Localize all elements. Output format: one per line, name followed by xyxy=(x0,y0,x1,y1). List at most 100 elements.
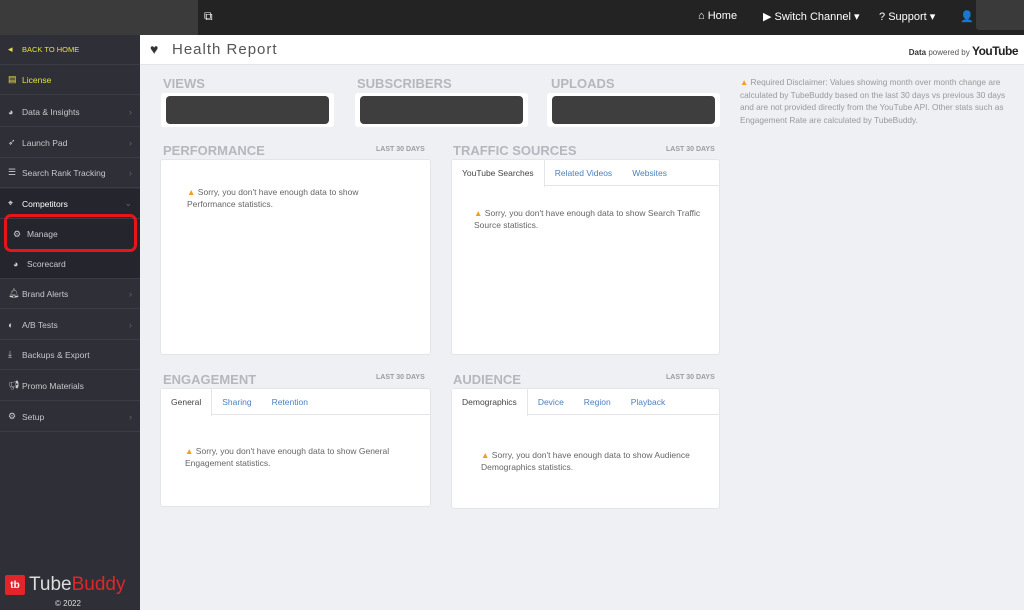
message-text: Sorry, you don't have enough data to sho… xyxy=(481,450,690,472)
tab-playback[interactable]: Playback xyxy=(621,389,676,414)
sidebar-label: Competitors xyxy=(22,198,68,209)
subscribers-stat xyxy=(355,93,528,127)
subscribers-title: SUBSCRIBERS xyxy=(357,76,452,91)
pie-chart-icon: ◕ xyxy=(13,258,19,269)
engagement-title: ENGAGEMENT xyxy=(163,372,257,387)
heartbeat-icon: ♥ xyxy=(150,41,159,57)
youtube-icon: ▶ xyxy=(763,11,772,23)
sidebar: ◂ BACK TO HOME ▤ License ◕ Data & Insights ›… xyxy=(0,35,140,610)
nav-home[interactable]: ⌂ Home xyxy=(698,10,737,22)
home-icon: ⌂ xyxy=(698,10,705,22)
warning-icon: ▲ xyxy=(185,446,194,456)
nav-switch-label: Switch Channel xyxy=(774,11,851,23)
caret-left-icon: ◂ xyxy=(8,44,13,54)
caret-down-icon: ▾ xyxy=(929,11,936,23)
tab-retention[interactable]: Retention xyxy=(262,389,318,414)
disclaimer-text: Required Disclaimer: Values showing mont… xyxy=(740,77,1006,125)
engagement-tabs: General Sharing Retention xyxy=(161,389,430,416)
user-menu[interactable] xyxy=(976,0,1024,30)
traffic-card: YouTube Searches Related Videos Websites… xyxy=(451,159,720,355)
chevron-down-icon: ⌄ xyxy=(124,198,132,208)
sidebar-item-ab-tests[interactable]: ◐ A/B Tests › xyxy=(0,310,140,340)
data-label: Data xyxy=(908,48,927,57)
bell-icon: 🔔︎ xyxy=(8,288,20,298)
sidebar-item-search-rank[interactable]: ☰ Search Rank Tracking › xyxy=(0,158,140,188)
warning-icon: ▲ xyxy=(740,77,749,87)
uploads-title: UPLOADS xyxy=(551,76,615,91)
message-text: Sorry, you don't have enough data to sho… xyxy=(185,446,390,468)
sidebar-item-license[interactable]: ▤ License xyxy=(0,65,140,95)
chevron-right-icon: › xyxy=(129,288,132,299)
powered-by-youtube: Data powered by YouTube xyxy=(908,44,1019,58)
date-range-label: LAST 30 DAYS xyxy=(376,374,425,381)
external-link-icon[interactable]: ⧉ xyxy=(204,9,213,24)
chevron-right-icon: › xyxy=(129,167,132,178)
user-icon[interactable]: 👤 xyxy=(960,10,974,23)
brand-area xyxy=(0,0,198,35)
sidebar-item-scorecard[interactable]: ◕ Scorecard xyxy=(0,249,140,279)
traffic-tabs: YouTube Searches Related Videos Websites xyxy=(452,160,719,187)
sidebar-item-backups[interactable]: ⤓ Backups & Export xyxy=(0,340,140,370)
sidebar-label: Setup xyxy=(22,411,45,422)
question-icon: ? xyxy=(879,11,886,23)
performance-title: PERFORMANCE xyxy=(163,143,265,158)
contrast-icon: ◐ xyxy=(8,319,14,330)
megaphone-icon: 📢︎ xyxy=(8,380,20,390)
uploads-stat xyxy=(547,93,720,127)
disclaimer: ▲ Required Disclaimer: Values showing mo… xyxy=(740,76,1012,126)
page-title: Health Report xyxy=(172,41,278,58)
tab-region[interactable]: Region xyxy=(574,389,621,414)
audience-title: AUDIENCE xyxy=(453,372,521,387)
message-text: Sorry, you don't have enough data to sho… xyxy=(474,208,701,230)
nav-switch-channel[interactable]: ▶ Switch Channel ▾ xyxy=(763,10,860,23)
top-bar: ⧉ ⌂ Home ▶ Switch Channel ▾ ? Support ▾ … xyxy=(0,0,1024,35)
youtube-logo: YouTube xyxy=(971,44,1019,58)
sidebar-label: Brand Alerts xyxy=(22,288,69,299)
chevron-right-icon: › xyxy=(129,137,132,148)
sidebar-item-promo[interactable]: 📢︎ Promo Materials xyxy=(0,371,140,401)
sidebar-item-setup[interactable]: ⚙ Setup › xyxy=(0,402,140,432)
engagement-card: General Sharing Retention ▲ Sorry, you d… xyxy=(160,388,431,507)
audience-card: Demographics Device Region Playback ▲ So… xyxy=(451,388,720,509)
performance-card: ▲ Sorry, you don't have enough data to s… xyxy=(160,159,431,355)
performance-message: ▲ Sorry, you don't have enough data to s… xyxy=(187,186,387,210)
tab-websites[interactable]: Websites xyxy=(622,160,677,185)
warning-icon: ▲ xyxy=(481,450,490,460)
pie-chart-icon: ◕ xyxy=(8,106,14,117)
chevron-right-icon: › xyxy=(129,411,132,422)
views-title: VIEWS xyxy=(163,76,205,91)
tab-sharing[interactable]: Sharing xyxy=(212,389,261,414)
date-range-label: LAST 30 DAYS xyxy=(666,146,715,153)
chevron-right-icon: › xyxy=(129,106,132,117)
download-icon: ⤓ xyxy=(8,349,12,359)
tab-youtube-searches[interactable]: YouTube Searches xyxy=(452,160,545,187)
nav-support[interactable]: ? Support ▾ xyxy=(879,10,935,23)
tab-device[interactable]: Device xyxy=(528,389,574,414)
powered-label: powered by xyxy=(928,48,970,57)
audience-message: ▲ Sorry, you don't have enough data to s… xyxy=(481,449,691,473)
crosshair-icon: ⌖ xyxy=(8,198,14,208)
gears-icon: ⚙ xyxy=(8,411,17,421)
sidebar-item-launch-pad[interactable]: ➶ Launch Pad › xyxy=(0,128,140,158)
warning-icon: ▲ xyxy=(187,187,196,197)
back-label: BACK TO HOME xyxy=(22,45,80,54)
caret-down-icon: ▾ xyxy=(854,11,860,23)
tab-general[interactable]: General xyxy=(161,389,213,416)
back-to-home[interactable]: ◂ BACK TO HOME xyxy=(0,35,140,65)
sidebar-label: License xyxy=(22,74,52,85)
sidebar-item-data-insights[interactable]: ◕ Data & Insights › xyxy=(0,97,140,127)
nav-support-label: Support xyxy=(888,11,927,23)
tubebuddy-logo: tb Tube Buddy xyxy=(5,574,125,596)
logo-mark: tb xyxy=(5,575,25,595)
sidebar-item-brand-alerts[interactable]: 🔔︎ Brand Alerts › xyxy=(0,279,140,309)
copyright: © 2022 xyxy=(55,599,81,608)
sidebar-label: Data & Insights xyxy=(22,106,80,117)
date-range-label: LAST 30 DAYS xyxy=(666,374,715,381)
date-range-label: LAST 30 DAYS xyxy=(376,146,425,153)
traffic-message: ▲ Sorry, you don't have enough data to s… xyxy=(474,207,704,231)
nav-home-label: Home xyxy=(707,10,738,22)
message-text: Sorry, you don't have enough data to sho… xyxy=(187,187,359,209)
tab-related-videos[interactable]: Related Videos xyxy=(545,160,623,185)
chevron-right-icon: › xyxy=(129,319,132,330)
tab-demographics[interactable]: Demographics xyxy=(452,389,528,416)
